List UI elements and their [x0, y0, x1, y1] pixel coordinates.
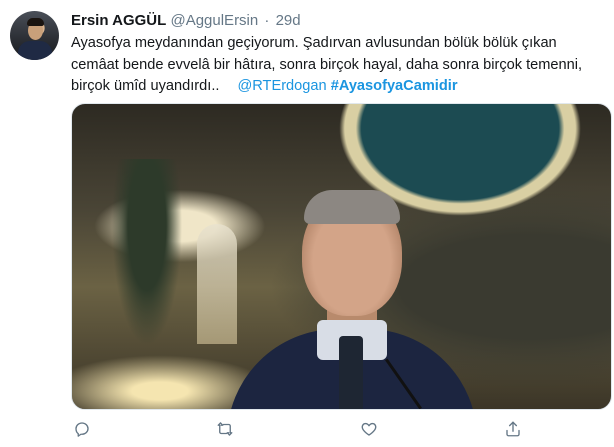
tweet-actions	[71, 418, 551, 442]
tweet-header: Ersin AGGÜL @AggulErsin · 29d	[71, 11, 301, 31]
user-handle[interactable]: @AggulErsin	[170, 12, 258, 29]
mention-link[interactable]: @RTErdogan	[237, 78, 326, 94]
tweet-photo[interactable]	[71, 103, 612, 410]
reply-icon	[75, 422, 89, 437]
like-button[interactable]	[358, 418, 380, 440]
heart-icon	[361, 422, 377, 436]
tweet-body: Ayasofya meydanından geçiyorum. Şadırvan…	[71, 35, 583, 94]
retweet-icon	[217, 422, 233, 436]
share-button[interactable]	[502, 418, 524, 440]
share-icon	[506, 421, 520, 437]
display-name[interactable]: Ersin AGGÜL	[71, 12, 166, 29]
avatar-shirt	[18, 41, 52, 60]
avatar[interactable]	[10, 11, 59, 60]
hashtag-link[interactable]: #AyasofyaCamidir	[331, 78, 458, 94]
tweet-timestamp[interactable]: 29d	[276, 12, 301, 29]
retweet-button[interactable]	[214, 418, 236, 440]
tweet-text: Ayasofya meydanından geçiyorum. Şadırvan…	[71, 33, 606, 98]
reply-button[interactable]	[71, 418, 93, 440]
avatar-hair	[27, 18, 44, 26]
separator-dot: ·	[264, 12, 270, 29]
